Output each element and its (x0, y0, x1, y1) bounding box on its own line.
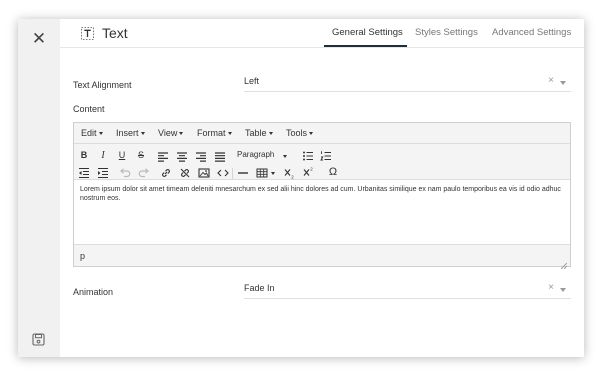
editor-toolbar: B I U S Paragraph 2 2 Ω (74, 144, 570, 180)
subscript-icon[interactable]: 2 (284, 167, 296, 179)
superscript-icon[interactable]: 2 (303, 166, 315, 178)
block-format-chevron-icon[interactable] (283, 155, 287, 158)
align-left-icon[interactable] (157, 151, 169, 163)
underline-button[interactable]: U (116, 150, 128, 160)
align-center-icon[interactable] (176, 151, 188, 163)
panel-header: Text General Settings Styles Settings Ad… (60, 19, 584, 48)
page-background: ✕ Text General Settings Styles Settings … (0, 0, 600, 380)
special-character-button[interactable]: Ω (326, 166, 340, 178)
animation-value: Fade In (244, 283, 275, 293)
link-icon[interactable] (160, 167, 172, 179)
svg-text:2: 2 (291, 175, 294, 180)
content-label: Content (73, 104, 105, 114)
block-format-select[interactable]: Paragraph (237, 150, 274, 159)
strikethrough-button[interactable]: S (135, 150, 147, 160)
animation-clear-icon[interactable]: × (548, 282, 554, 293)
toolbar-divider (232, 168, 233, 179)
bullet-list-icon[interactable] (302, 150, 314, 162)
table-chevron-icon[interactable] (271, 172, 275, 175)
tab-advanced-settings[interactable]: Advanced Settings (492, 27, 571, 38)
menu-format[interactable]: Format (197, 128, 232, 138)
table-icon[interactable] (256, 167, 268, 179)
outdent-icon[interactable] (78, 167, 90, 179)
rich-text-editor: Edit Insert View Format Table Tools B I … (73, 122, 571, 270)
text-alignment-label: Text Alignment (73, 80, 132, 90)
horizontal-rule-icon[interactable] (237, 167, 249, 179)
chevron-down-icon[interactable] (560, 288, 566, 292)
menu-table[interactable]: Table (245, 128, 273, 138)
text-element-icon (80, 26, 95, 41)
animation-select[interactable]: Fade In × (244, 282, 571, 299)
resize-handle-icon[interactable] (560, 256, 568, 270)
editor-statusbar: p (74, 244, 570, 270)
italic-button[interactable]: I (97, 150, 109, 161)
chevron-down-icon[interactable] (560, 81, 566, 85)
text-alignment-value: Left (244, 76, 260, 86)
svg-text:2: 2 (310, 167, 313, 172)
redo-icon[interactable] (138, 167, 150, 179)
text-alignment-select[interactable]: Left × (244, 75, 571, 92)
tab-styles-settings[interactable]: Styles Settings (415, 27, 478, 38)
unlink-icon[interactable] (179, 167, 191, 179)
text-alignment-clear-icon[interactable]: × (548, 75, 554, 86)
numbered-list-icon[interactable] (320, 150, 332, 162)
indent-icon[interactable] (97, 167, 109, 179)
undo-icon[interactable] (119, 167, 131, 179)
page-title: Text (102, 25, 128, 41)
editor-content[interactable]: Lorem ipsum dolor sit amet timeam deleni… (80, 186, 566, 203)
align-right-icon[interactable] (195, 151, 207, 163)
sidebar-rail: ✕ (18, 19, 60, 357)
bold-button[interactable]: B (78, 150, 90, 160)
menu-edit[interactable]: Edit (81, 128, 103, 138)
image-icon[interactable] (198, 167, 210, 179)
active-tab-indicator (324, 45, 407, 47)
tab-general-settings[interactable]: General Settings (332, 27, 403, 38)
element-path[interactable]: p (80, 251, 85, 261)
animation-label: Animation (73, 287, 114, 297)
save-icon[interactable] (32, 333, 45, 346)
menu-tools[interactable]: Tools (286, 128, 314, 138)
menu-view[interactable]: View (158, 128, 184, 138)
menu-insert[interactable]: Insert (116, 128, 145, 138)
editor-menubar: Edit Insert View Format Table Tools (74, 123, 570, 144)
close-icon[interactable]: ✕ (31, 30, 47, 47)
settings-panel: ✕ Text General Settings Styles Settings … (18, 19, 584, 357)
code-icon[interactable] (217, 167, 229, 179)
align-justify-icon[interactable] (214, 151, 226, 163)
